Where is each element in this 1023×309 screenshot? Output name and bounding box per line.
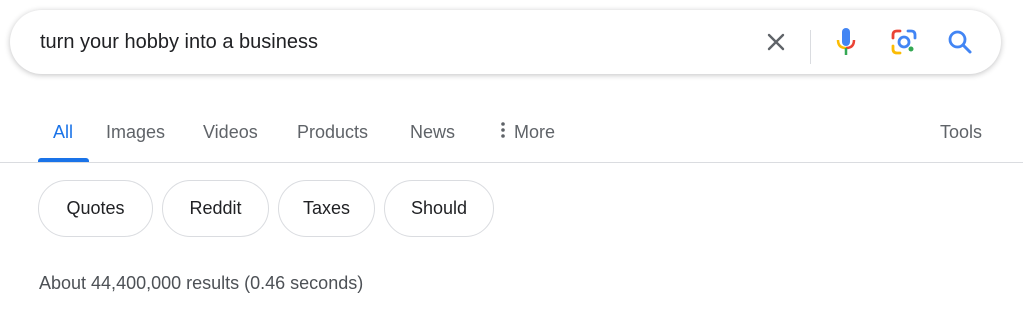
search-bar[interactable]: turn your hobby into a business bbox=[10, 10, 1001, 74]
microphone-icon[interactable] bbox=[826, 10, 866, 74]
search-icon[interactable] bbox=[940, 10, 980, 74]
tab-more-label: More bbox=[514, 122, 556, 142]
chip-should[interactable]: Should bbox=[384, 180, 494, 237]
tabs-divider bbox=[0, 162, 1023, 163]
result-stats: About 44,400,000 results (0.46 seconds) bbox=[39, 273, 364, 293]
tab-more[interactable]: More bbox=[500, 108, 555, 162]
search-tabs: All Images Videos Products News More Too… bbox=[0, 108, 1023, 164]
camera-lens-icon[interactable] bbox=[884, 10, 924, 74]
search-input[interactable]: turn your hobby into a business bbox=[40, 10, 318, 74]
chip-reddit[interactable]: Reddit bbox=[162, 180, 269, 237]
chip-quotes[interactable]: Quotes bbox=[38, 180, 153, 237]
tab-images[interactable]: Images bbox=[106, 108, 165, 162]
search-results-page: turn your hobby into a business All Imag… bbox=[0, 0, 1023, 309]
tab-all[interactable]: All bbox=[53, 108, 73, 162]
tab-videos[interactable]: Videos bbox=[203, 108, 258, 162]
tab-news[interactable]: News bbox=[410, 108, 455, 162]
tools-button[interactable]: Tools bbox=[940, 108, 982, 162]
more-vert-icon bbox=[500, 109, 506, 157]
close-icon[interactable] bbox=[756, 10, 796, 74]
tab-products[interactable]: Products bbox=[297, 108, 368, 162]
chip-taxes[interactable]: Taxes bbox=[278, 180, 375, 237]
search-bar-divider bbox=[810, 30, 811, 64]
